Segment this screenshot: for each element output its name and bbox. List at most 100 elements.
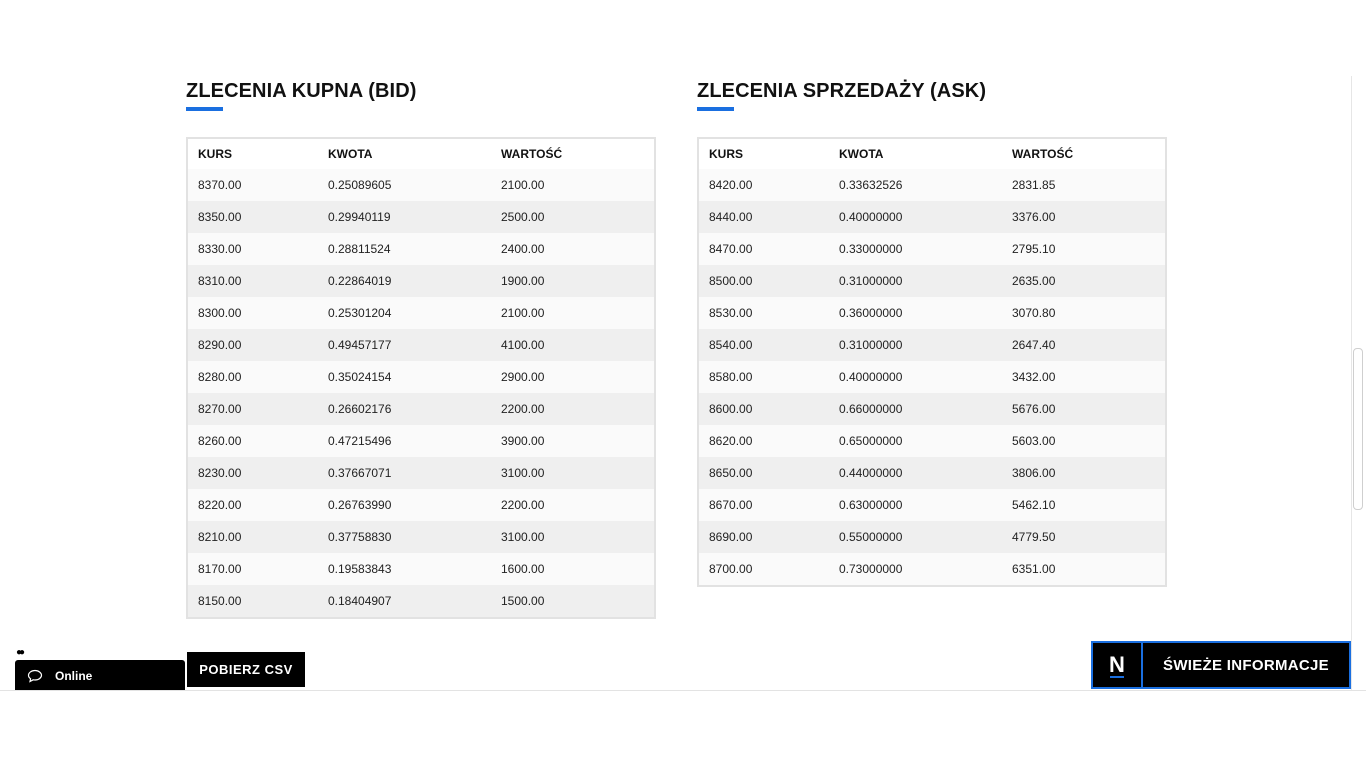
- cell-kurs: 8170.00: [188, 553, 318, 585]
- table-row: 8440.00 0.40000000 3376.00: [699, 201, 1165, 233]
- cell-wartosc: 2400.00: [491, 233, 654, 265]
- table-row: 8600.00 0.66000000 5676.00: [699, 393, 1165, 425]
- cell-kwota: 0.37667071: [318, 457, 491, 489]
- cell-kurs: 8500.00: [699, 265, 829, 297]
- cell-kwota: 0.49457177: [318, 329, 491, 361]
- cell-wartosc: 3376.00: [1002, 201, 1165, 233]
- cell-kurs: 8700.00: [699, 553, 829, 585]
- table-row: 8620.00 0.65000000 5603.00: [699, 425, 1165, 457]
- bid-table-header-row: KURS KWOTA WARTOŚĆ: [188, 139, 654, 169]
- column-header-kurs: KURS: [709, 147, 744, 161]
- cell-wartosc: 5603.00: [1002, 425, 1165, 457]
- cell-kwota: 0.25301204: [318, 297, 491, 329]
- table-row: 8210.00 0.37758830 3100.00: [188, 521, 654, 553]
- table-row: 8690.00 0.55000000 4779.50: [699, 521, 1165, 553]
- table-row: 8170.00 0.19583843 1600.00: [188, 553, 654, 585]
- cell-wartosc: 4779.50: [1002, 521, 1165, 553]
- table-row: 8220.00 0.26763990 2200.00: [188, 489, 654, 521]
- cell-kwota: 0.44000000: [829, 457, 1002, 489]
- ask-orders-section: ZLECENIA SPRZEDAŻY (ASK) KURS KWOTA WART…: [697, 78, 1167, 587]
- cell-kwota: 0.25089605: [318, 169, 491, 201]
- cell-kwota: 0.33000000: [829, 233, 1002, 265]
- cell-kwota: 0.66000000: [829, 393, 1002, 425]
- cell-kurs: 8330.00: [188, 233, 318, 265]
- table-row: 8310.00 0.22864019 1900.00: [188, 265, 654, 297]
- page-scrollbar-thumb[interactable]: [1353, 348, 1363, 510]
- column-header-kwota: KWOTA: [328, 147, 373, 161]
- cell-kurs: 8470.00: [699, 233, 829, 265]
- ask-table-header-row: KURS KWOTA WARTOŚĆ: [699, 139, 1165, 169]
- cell-kurs: 8690.00: [699, 521, 829, 553]
- cell-wartosc: 2795.10: [1002, 233, 1165, 265]
- ask-title-underline: [697, 107, 734, 111]
- cell-wartosc: 3806.00: [1002, 457, 1165, 489]
- table-row: 8260.00 0.47215496 3900.00: [188, 425, 654, 457]
- cell-kwota: 0.18404907: [318, 585, 491, 617]
- table-row: 8280.00 0.35024154 2900.00: [188, 361, 654, 393]
- bid-table: KURS KWOTA WARTOŚĆ 8370.00 0.25089605 2100…: [188, 139, 654, 617]
- bid-orders-section: ZLECENIA KUPNA (BID) KURS KWOTA WARTOŚĆ …: [186, 78, 656, 619]
- column-header-kurs: KURS: [198, 147, 233, 161]
- cell-kwota: 0.29940119: [318, 201, 491, 233]
- download-csv-button[interactable]: POBIERZ CSV: [187, 652, 305, 687]
- cell-wartosc: 2100.00: [491, 169, 654, 201]
- table-row: 8350.00 0.29940119 2500.00: [188, 201, 654, 233]
- cell-kurs: 8270.00: [188, 393, 318, 425]
- table-row: 8230.00 0.37667071 3100.00: [188, 457, 654, 489]
- cell-kwota: 0.36000000: [829, 297, 1002, 329]
- cell-kurs: 8530.00: [699, 297, 829, 329]
- ask-table-body: 8420.00 0.33632526 2831.85 8440.00 0.4000000…: [699, 169, 1165, 585]
- chat-indicator-dots-icon: ●●: [16, 647, 25, 658]
- table-row: 8300.00 0.25301204 2100.00: [188, 297, 654, 329]
- cell-wartosc: 3900.00: [491, 425, 654, 457]
- cell-kwota: 0.31000000: [829, 329, 1002, 361]
- table-row: 8530.00 0.36000000 3070.80: [699, 297, 1165, 329]
- cell-wartosc: 2647.40: [1002, 329, 1165, 361]
- cell-wartosc: 3432.00: [1002, 361, 1165, 393]
- cell-kwota: 0.28811524: [318, 233, 491, 265]
- ask-table: KURS KWOTA WARTOŚĆ 8420.00 0.33632526 2831…: [699, 139, 1165, 585]
- cell-wartosc: 1900.00: [491, 265, 654, 297]
- fresh-news-widget[interactable]: N ŚWIEŻE INFORMACJE: [1091, 641, 1351, 689]
- table-row: 8330.00 0.28811524 2400.00: [188, 233, 654, 265]
- chat-widget[interactable]: Online: [15, 660, 185, 690]
- cell-kwota: 0.63000000: [829, 489, 1002, 521]
- table-row: 8420.00 0.33632526 2831.85: [699, 169, 1165, 201]
- cell-kurs: 8370.00: [188, 169, 318, 201]
- cell-kwota: 0.40000000: [829, 201, 1002, 233]
- table-row: 8580.00 0.40000000 3432.00: [699, 361, 1165, 393]
- cell-kurs: 8670.00: [699, 489, 829, 521]
- ask-section-title: ZLECENIA SPRZEDAŻY (ASK): [697, 80, 987, 102]
- cell-wartosc: 1600.00: [491, 553, 654, 585]
- cell-kurs: 8230.00: [188, 457, 318, 489]
- cell-wartosc: 4100.00: [491, 329, 654, 361]
- table-row: 8670.00 0.63000000 5462.10: [699, 489, 1165, 521]
- cell-kwota: 0.31000000: [829, 265, 1002, 297]
- cell-kwota: 0.37758830: [318, 521, 491, 553]
- column-header-wartosc: WARTOŚĆ: [501, 147, 563, 161]
- cell-wartosc: 5676.00: [1002, 393, 1165, 425]
- fresh-news-label: ŚWIEŻE INFORMACJE: [1163, 656, 1329, 674]
- table-row: 8650.00 0.44000000 3806.00: [699, 457, 1165, 489]
- cell-kurs: 8580.00: [699, 361, 829, 393]
- cell-wartosc: 2831.85: [1002, 169, 1165, 201]
- table-row: 8540.00 0.31000000 2647.40: [699, 329, 1165, 361]
- table-row: 8700.00 0.73000000 6351.00: [699, 553, 1165, 585]
- cell-kwota: 0.35024154: [318, 361, 491, 393]
- cell-wartosc: 3100.00: [491, 457, 654, 489]
- news-logo-letter: N: [1109, 652, 1125, 677]
- cell-kurs: 8620.00: [699, 425, 829, 457]
- table-row: 8500.00 0.31000000 2635.00: [699, 265, 1165, 297]
- bid-table-body: 8370.00 0.25089605 2100.00 8350.00 0.2994011…: [188, 169, 654, 617]
- table-row: 8270.00 0.26602176 2200.00: [188, 393, 654, 425]
- cell-wartosc: 2200.00: [491, 393, 654, 425]
- cell-kwota: 0.40000000: [829, 361, 1002, 393]
- table-row: 8470.00 0.33000000 2795.10: [699, 233, 1165, 265]
- cell-wartosc: 2900.00: [491, 361, 654, 393]
- table-row: 8370.00 0.25089605 2100.00: [188, 169, 654, 201]
- cell-wartosc: 2200.00: [491, 489, 654, 521]
- bid-table-container: KURS KWOTA WARTOŚĆ 8370.00 0.25089605 2100…: [186, 137, 656, 619]
- cell-kwota: 0.26763990: [318, 489, 491, 521]
- cell-wartosc: 5462.10: [1002, 489, 1165, 521]
- table-row: 8290.00 0.49457177 4100.00: [188, 329, 654, 361]
